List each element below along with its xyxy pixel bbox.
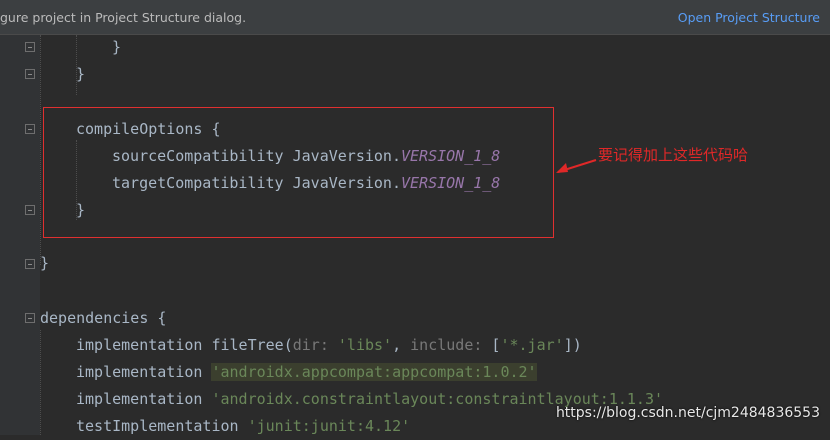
annotation-text: 要记得加上这些代码哈 — [598, 146, 749, 164]
watermark: https://blog.csdn.net/cjm2484836553 — [555, 405, 820, 421]
annotation-arrow-icon — [556, 159, 597, 173]
